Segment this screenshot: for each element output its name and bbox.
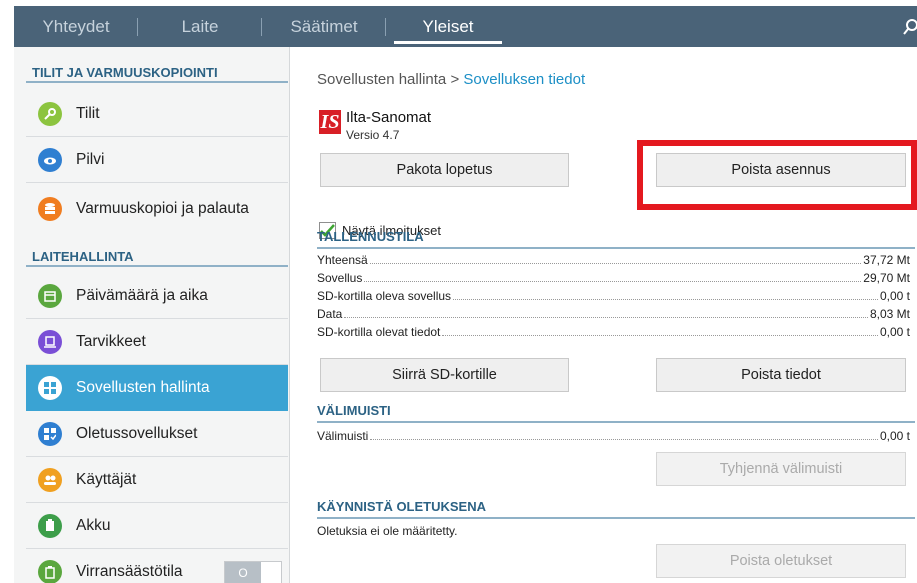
force-stop-button[interactable]: Pakota lopetus — [320, 153, 569, 187]
tab-device[interactable]: Laite — [138, 6, 262, 47]
sidebar-item-label: Oletussovellukset — [76, 424, 198, 442]
app-name: Ilta-Sanomat — [346, 109, 432, 126]
breadcrumb: Sovellusten hallinta > Sovelluksen tiedo… — [317, 71, 585, 88]
storage-row-sd-app: SD-kortilla oleva sovellus 0,00 t — [317, 289, 910, 303]
highlight-annotation — [637, 140, 917, 210]
active-tab-indicator — [394, 41, 502, 44]
sidebar-item-users[interactable]: Käyttäjät — [26, 457, 288, 503]
top-tab-bar: Yhteydet Laite Säätimet Yleiset — [14, 6, 917, 47]
storage-row-total: Yhteensä 37,72 Mt — [317, 253, 910, 267]
cache-section-title: VÄLIMUISTI — [317, 403, 915, 423]
sidebar-item-label: Käyttäjät — [76, 470, 137, 488]
sidebar-item-label: Pilvi — [76, 150, 105, 168]
sidebar-item-accessories[interactable]: Tarvikkeet — [26, 319, 288, 365]
sidebar-item-label: Päivämäärä ja aika — [76, 286, 208, 304]
no-defaults-text: Oletuksia ei ole määritetty. — [317, 524, 458, 538]
power-saving-toggle[interactable]: O — [224, 561, 282, 583]
sidebar-item-cloud[interactable]: Pilvi — [26, 137, 288, 183]
breadcrumb-parent[interactable]: Sovellusten hallinta — [317, 71, 446, 88]
sidebar-item-label: Tilit — [76, 104, 100, 122]
sidebar-item-label: Virransäästötila — [76, 563, 183, 580]
cloud-icon — [38, 147, 62, 172]
breadcrumb-separator: > — [450, 71, 460, 88]
sidebar-item-date-time[interactable]: Päivämäärä ja aika — [26, 273, 288, 319]
app-logo: IS — [319, 110, 341, 134]
launch-default-section-title: KÄYNNISTÄ OLETUKSENA — [317, 499, 915, 519]
users-icon — [38, 467, 62, 492]
storage-row-sd-data: SD-kortilla olevat tiedot 0,00 t — [317, 325, 910, 339]
clear-data-button[interactable]: Poista tiedot — [656, 358, 906, 392]
sidebar-item-label: Sovellusten hallinta — [76, 379, 210, 396]
section-header-device-management: LAITEHALLINTA — [26, 243, 288, 267]
sidebar-item-backup[interactable]: Varmuuskopioi ja palauta — [26, 183, 288, 235]
sidebar-item-power-saving[interactable]: Virransäästötila O — [26, 549, 288, 583]
storage-row-data: Data 8,03 Mt — [317, 307, 910, 321]
sidebar-item-label: Varmuuskopioi ja palauta — [76, 200, 249, 217]
sidebar-item-accounts[interactable]: Tilit — [26, 91, 288, 137]
section-header-accounts: TILIT JA VARMUUSKOPIOINTI — [26, 59, 288, 83]
move-to-sd-button[interactable]: Siirrä SD-kortille — [320, 358, 569, 392]
app-info-panel: Sovellusten hallinta > Sovelluksen tiedo… — [290, 47, 917, 583]
sidebar-item-app-manager[interactable]: Sovellusten hallinta — [26, 365, 288, 411]
cache-row: Välimuisti 0,00 t — [317, 429, 910, 443]
clear-cache-button[interactable]: Tyhjennä välimuisti — [656, 452, 906, 486]
backup-icon — [38, 197, 62, 221]
accessory-icon — [38, 329, 62, 354]
apps-grid-icon — [38, 376, 62, 400]
calendar-icon — [38, 283, 62, 308]
clear-defaults-button[interactable]: Poista oletukset — [656, 544, 906, 578]
sidebar-item-battery[interactable]: Akku — [26, 503, 288, 549]
tab-connections[interactable]: Yhteydet — [14, 6, 138, 47]
storage-row-app: Sovellus 29,70 Mt — [317, 271, 910, 285]
search-icon[interactable] — [895, 6, 917, 47]
battery-icon — [38, 513, 62, 538]
settings-sidebar: TILIT JA VARMUUSKOPIOINTI Tilit Pilvi Va… — [14, 47, 290, 583]
sidebar-item-default-apps[interactable]: Oletussovellukset — [26, 411, 288, 457]
tab-general[interactable]: Yleiset — [386, 6, 510, 47]
sidebar-item-label: Akku — [76, 516, 111, 534]
key-icon — [38, 101, 62, 126]
breadcrumb-current: Sovelluksen tiedot — [463, 71, 586, 88]
default-apps-icon — [38, 421, 62, 446]
app-version: Versio 4.7 — [346, 128, 400, 142]
sidebar-item-label: Tarvikkeet — [76, 332, 146, 350]
tab-controls[interactable]: Säätimet — [262, 6, 386, 47]
power-saving-icon — [38, 560, 62, 583]
toggle-off-label: O — [225, 562, 261, 583]
storage-section-title: TALLENNUSTILA — [317, 229, 915, 249]
